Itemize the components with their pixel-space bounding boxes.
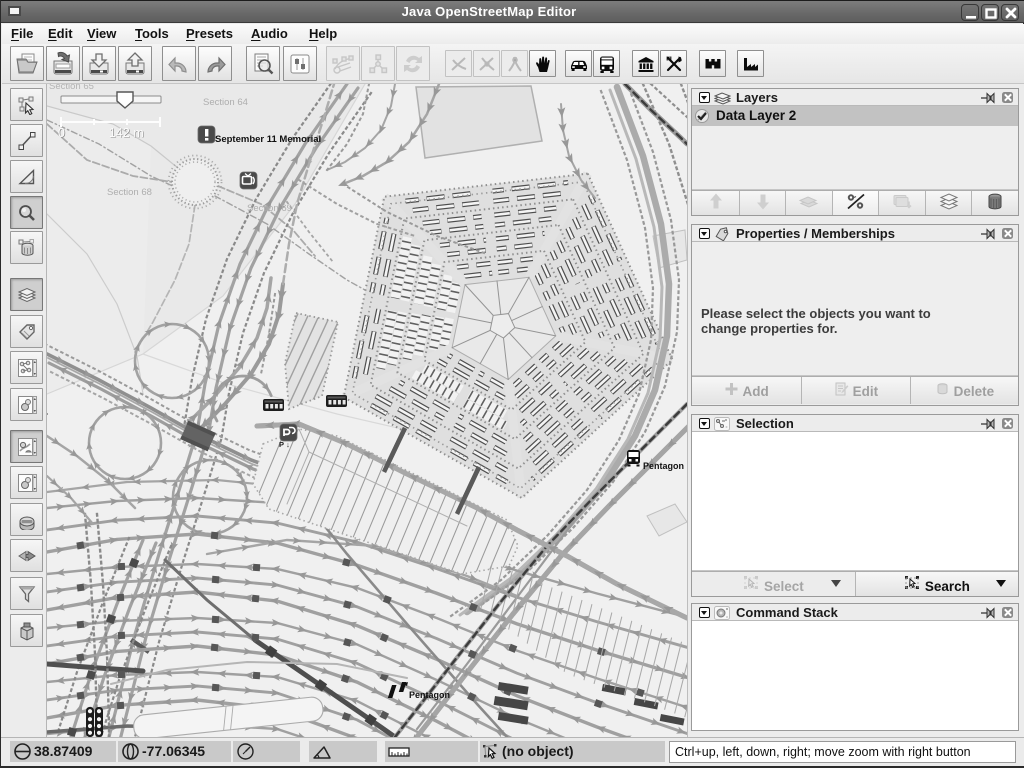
svg-text:Section 69: Section 69 bbox=[247, 203, 292, 214]
svg-text:0: 0 bbox=[58, 126, 65, 140]
svg-text:Pentagon: Pentagon bbox=[643, 461, 684, 471]
svg-text:September 11 Memorial: September 11 Memorial bbox=[215, 134, 321, 145]
svg-text:142 m: 142 m bbox=[109, 126, 144, 140]
svg-text:P ↓: P ↓ bbox=[279, 440, 290, 449]
svg-text:Section 68: Section 68 bbox=[107, 187, 152, 198]
svg-text:Section 65: Section 65 bbox=[49, 84, 94, 92]
svg-text:Pentagon: Pentagon bbox=[409, 690, 450, 700]
svg-text:Section 64: Section 64 bbox=[203, 97, 248, 108]
